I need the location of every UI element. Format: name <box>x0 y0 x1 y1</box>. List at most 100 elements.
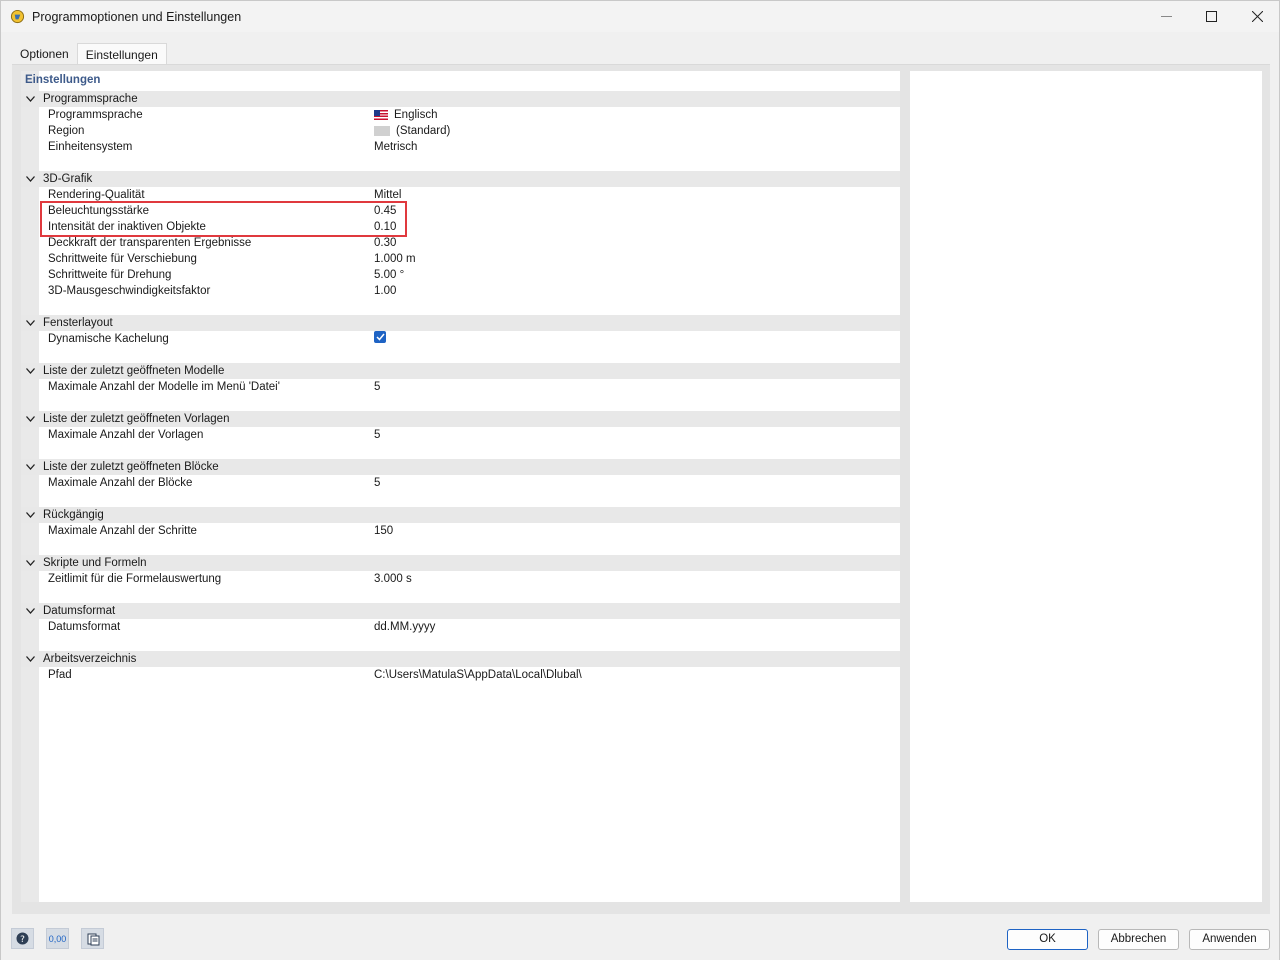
chevron-down-icon[interactable] <box>24 507 36 523</box>
chevron-down-icon[interactable] <box>24 315 36 331</box>
window-title: Programmoptionen und Einstellungen <box>32 10 242 24</box>
help-button[interactable]: ? <box>11 928 34 949</box>
setting-value[interactable]: Englisch <box>374 107 437 123</box>
setting-row[interactable]: 3D-Mausgeschwindigkeitsfaktor 1.00 <box>21 283 900 299</box>
chevron-down-icon[interactable] <box>24 459 36 475</box>
group-header[interactable]: Fensterlayout <box>21 315 900 331</box>
setting-label: Schrittweite für Drehung <box>48 269 172 281</box>
setting-value[interactable]: 150 <box>374 523 393 539</box>
setting-value[interactable]: (Standard) <box>374 123 450 139</box>
setting-value[interactable]: Metrisch <box>374 139 417 155</box>
copy-settings-button[interactable] <box>81 928 104 949</box>
clipboard-icon <box>87 933 99 945</box>
setting-label: Maximale Anzahl der Modelle im Menü 'Dat… <box>48 381 280 393</box>
tab-einstellungen[interactable]: Einstellungen <box>76 43 167 65</box>
setting-value[interactable]: 5.00 ° <box>374 267 404 283</box>
setting-row[interactable]: Maximale Anzahl der Schritte 150 <box>21 523 900 539</box>
setting-row[interactable]: Zeitlimit für die Formelauswertung 3.000 … <box>21 571 900 587</box>
setting-row[interactable]: Deckkraft der transparenten Ergebnisse 0.… <box>21 235 900 251</box>
group-header[interactable]: Programmsprache <box>21 91 900 107</box>
group-header[interactable]: Liste der zuletzt geöffneten Blöcke <box>21 459 900 475</box>
setting-label: 3D-Mausgeschwindigkeitsfaktor <box>48 285 211 297</box>
setting-row[interactable]: Programmsprache Englisch <box>21 107 900 123</box>
settings-group: Fensterlayout Dynamische Kachelung <box>21 315 900 347</box>
tab-optionen[interactable]: Optionen <box>12 43 77 65</box>
ok-button[interactable]: OK <box>1007 929 1088 950</box>
setting-value[interactable] <box>374 331 386 343</box>
chevron-down-icon[interactable] <box>24 363 36 379</box>
setting-value-text: Englisch <box>394 109 438 121</box>
group-header[interactable]: Skripte und Formeln <box>21 555 900 571</box>
group-header[interactable]: Liste der zuletzt geöffneten Modelle <box>21 363 900 379</box>
close-icon <box>1251 11 1263 22</box>
setting-label: Region <box>48 125 85 137</box>
setting-value-text: 1.00 <box>374 285 397 297</box>
setting-row[interactable]: Einheitensystem Metrisch <box>21 139 900 155</box>
group-title: Liste der zuletzt geöffneten Blöcke <box>43 461 219 473</box>
setting-row[interactable]: Dynamische Kachelung <box>21 331 900 347</box>
svg-text:?: ? <box>20 935 25 945</box>
setting-label: Dynamische Kachelung <box>48 333 169 345</box>
setting-label: Pfad <box>48 669 72 681</box>
chevron-down-icon[interactable] <box>24 171 36 187</box>
dialog-footer: ? 0,00 OK Abbrechen Anwenden <box>1 919 1279 960</box>
settings-group: Skripte und Formeln Zeitlimit für die For… <box>21 555 900 587</box>
group-title: 3D-Grafik <box>43 173 93 185</box>
setting-row[interactable]: Maximale Anzahl der Modelle im Menü 'Dat… <box>21 379 900 395</box>
group-header[interactable]: Rückgängig <box>21 507 900 523</box>
dialog-window: Programmoptionen und Einstellungen Optio… <box>0 0 1280 960</box>
group-header[interactable]: Arbeitsverzeichnis <box>21 651 900 667</box>
chevron-down-icon[interactable] <box>24 411 36 427</box>
setting-row[interactable]: Region (Standard) <box>21 123 900 139</box>
setting-value-text: 5 <box>374 477 381 489</box>
chevron-down-icon[interactable] <box>24 91 36 107</box>
setting-value[interactable]: 3.000 s <box>374 571 412 587</box>
setting-row[interactable]: Datumsformat dd.MM.yyyy <box>21 619 900 635</box>
setting-value[interactable]: 5 <box>374 379 380 395</box>
setting-value-text: dd.MM.yyyy <box>374 621 436 633</box>
settings-group: Programmsprache Programmsprache Englisch Re… <box>21 91 900 155</box>
cancel-button[interactable]: Abbrechen <box>1098 929 1179 950</box>
units-icon: 0,00 <box>48 933 67 944</box>
units-button[interactable]: 0,00 <box>46 928 69 949</box>
setting-row[interactable]: Schrittweite für Verschiebung 1.000 m <box>21 251 900 267</box>
setting-row[interactable]: Pfad C:\Users\MatulaS\AppData\Local\Dluba… <box>21 667 900 683</box>
blank-flag-icon <box>374 126 390 136</box>
setting-value-text: 5 <box>374 381 381 393</box>
settings-group: Liste der zuletzt geöffneten Modelle Maxi… <box>21 363 900 395</box>
setting-row[interactable]: Maximale Anzahl der Vorlagen 5 <box>21 427 900 443</box>
setting-label: Schrittweite für Verschiebung <box>48 253 197 265</box>
setting-value[interactable]: 5 <box>374 427 380 443</box>
maximize-button[interactable] <box>1188 1 1234 32</box>
setting-value[interactable]: 1.00 <box>374 283 396 299</box>
group-header[interactable]: Liste der zuletzt geöffneten Vorlagen <box>21 411 900 427</box>
group-title: Datumsformat <box>43 605 116 617</box>
chevron-down-icon[interactable] <box>24 555 36 571</box>
pane-header: Einstellungen <box>25 74 101 86</box>
setting-value[interactable]: C:\Users\MatulaS\AppData\Local\Dlubal\ <box>374 667 582 683</box>
chevron-down-icon[interactable] <box>24 603 36 619</box>
group-title: Fensterlayout <box>43 317 113 329</box>
minimize-button[interactable] <box>1143 1 1189 32</box>
settings-pane: Einstellungen Programmsprache Programmspr… <box>21 71 900 902</box>
group-header[interactable]: 3D-Grafik <box>21 171 900 187</box>
group-header[interactable]: Datumsformat <box>21 603 900 619</box>
setting-value-text: 0.30 <box>374 237 397 249</box>
apply-button[interactable]: Anwenden <box>1189 929 1270 950</box>
chevron-down-icon[interactable] <box>24 651 36 667</box>
checkbox-dynamische-kachelung[interactable] <box>374 331 386 343</box>
group-title: Arbeitsverzeichnis <box>43 653 137 665</box>
settings-group: Datumsformat Datumsformat dd.MM.yyyy <box>21 603 900 635</box>
setting-label: Einheitensystem <box>48 141 133 153</box>
settings-group: Liste der zuletzt geöffneten Blöcke Maxim… <box>21 459 900 491</box>
setting-value[interactable]: 5 <box>374 475 380 491</box>
tab-bar: Optionen Einstellungen <box>12 43 167 65</box>
setting-value[interactable]: dd.MM.yyyy <box>374 619 435 635</box>
settings-groups: Programmsprache Programmsprache Englisch Re… <box>21 91 900 699</box>
setting-label: Maximale Anzahl der Schritte <box>48 525 197 537</box>
setting-value[interactable]: 0.30 <box>374 235 396 251</box>
setting-row[interactable]: Maximale Anzahl der Blöcke 5 <box>21 475 900 491</box>
setting-value[interactable]: 1.000 m <box>374 251 416 267</box>
setting-row[interactable]: Schrittweite für Drehung 5.00 ° <box>21 267 900 283</box>
close-button[interactable] <box>1234 1 1280 32</box>
